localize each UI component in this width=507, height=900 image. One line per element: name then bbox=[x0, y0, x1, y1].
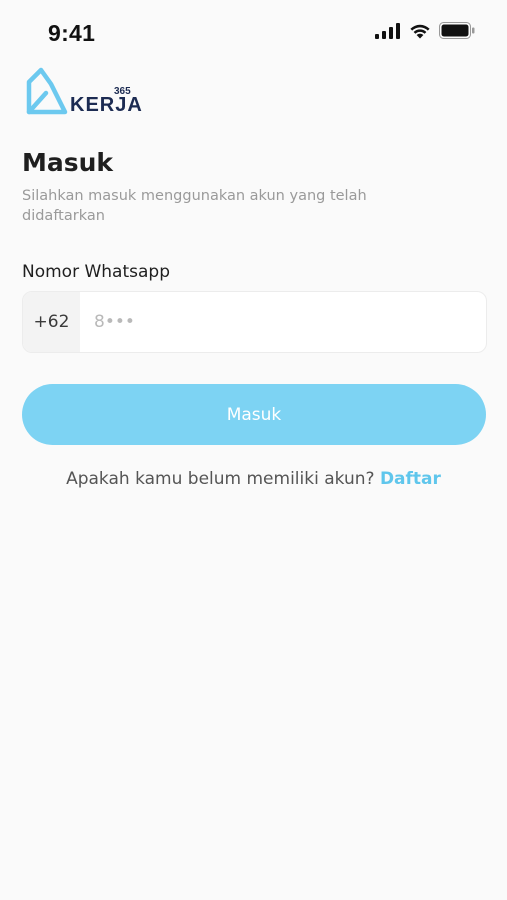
status-time: 9:41 bbox=[48, 20, 96, 46]
cellular-signal-icon bbox=[375, 22, 401, 43]
phone-field: +62 bbox=[22, 291, 487, 353]
signup-prompt-text: Apakah kamu belum memiliki akun? bbox=[66, 469, 375, 489]
login-button[interactable]: Masuk bbox=[22, 384, 486, 445]
kerja-logo: 365 KERJA bbox=[24, 66, 144, 122]
status-bar: 9:41 bbox=[0, 0, 507, 64]
wifi-icon bbox=[409, 23, 431, 43]
battery-icon bbox=[439, 22, 475, 43]
signup-prompt-line: Apakah kamu belum memiliki akun? Daftar bbox=[0, 469, 507, 489]
country-code: +62 bbox=[23, 292, 80, 352]
page-subtitle: Silahkan masuk menggunakan akun yang tel… bbox=[22, 188, 367, 224]
phone-field-label: Nomor Whatsapp bbox=[22, 262, 170, 282]
logo-wordmark: KERJA bbox=[70, 94, 143, 116]
login-screen: 9:41 365 KERJA Masuk Silahkan masuk meng… bbox=[0, 0, 507, 900]
phone-input[interactable] bbox=[80, 292, 486, 352]
signup-link[interactable]: Daftar bbox=[380, 469, 441, 489]
page-title: Masuk bbox=[22, 148, 114, 177]
status-icons bbox=[375, 22, 475, 43]
